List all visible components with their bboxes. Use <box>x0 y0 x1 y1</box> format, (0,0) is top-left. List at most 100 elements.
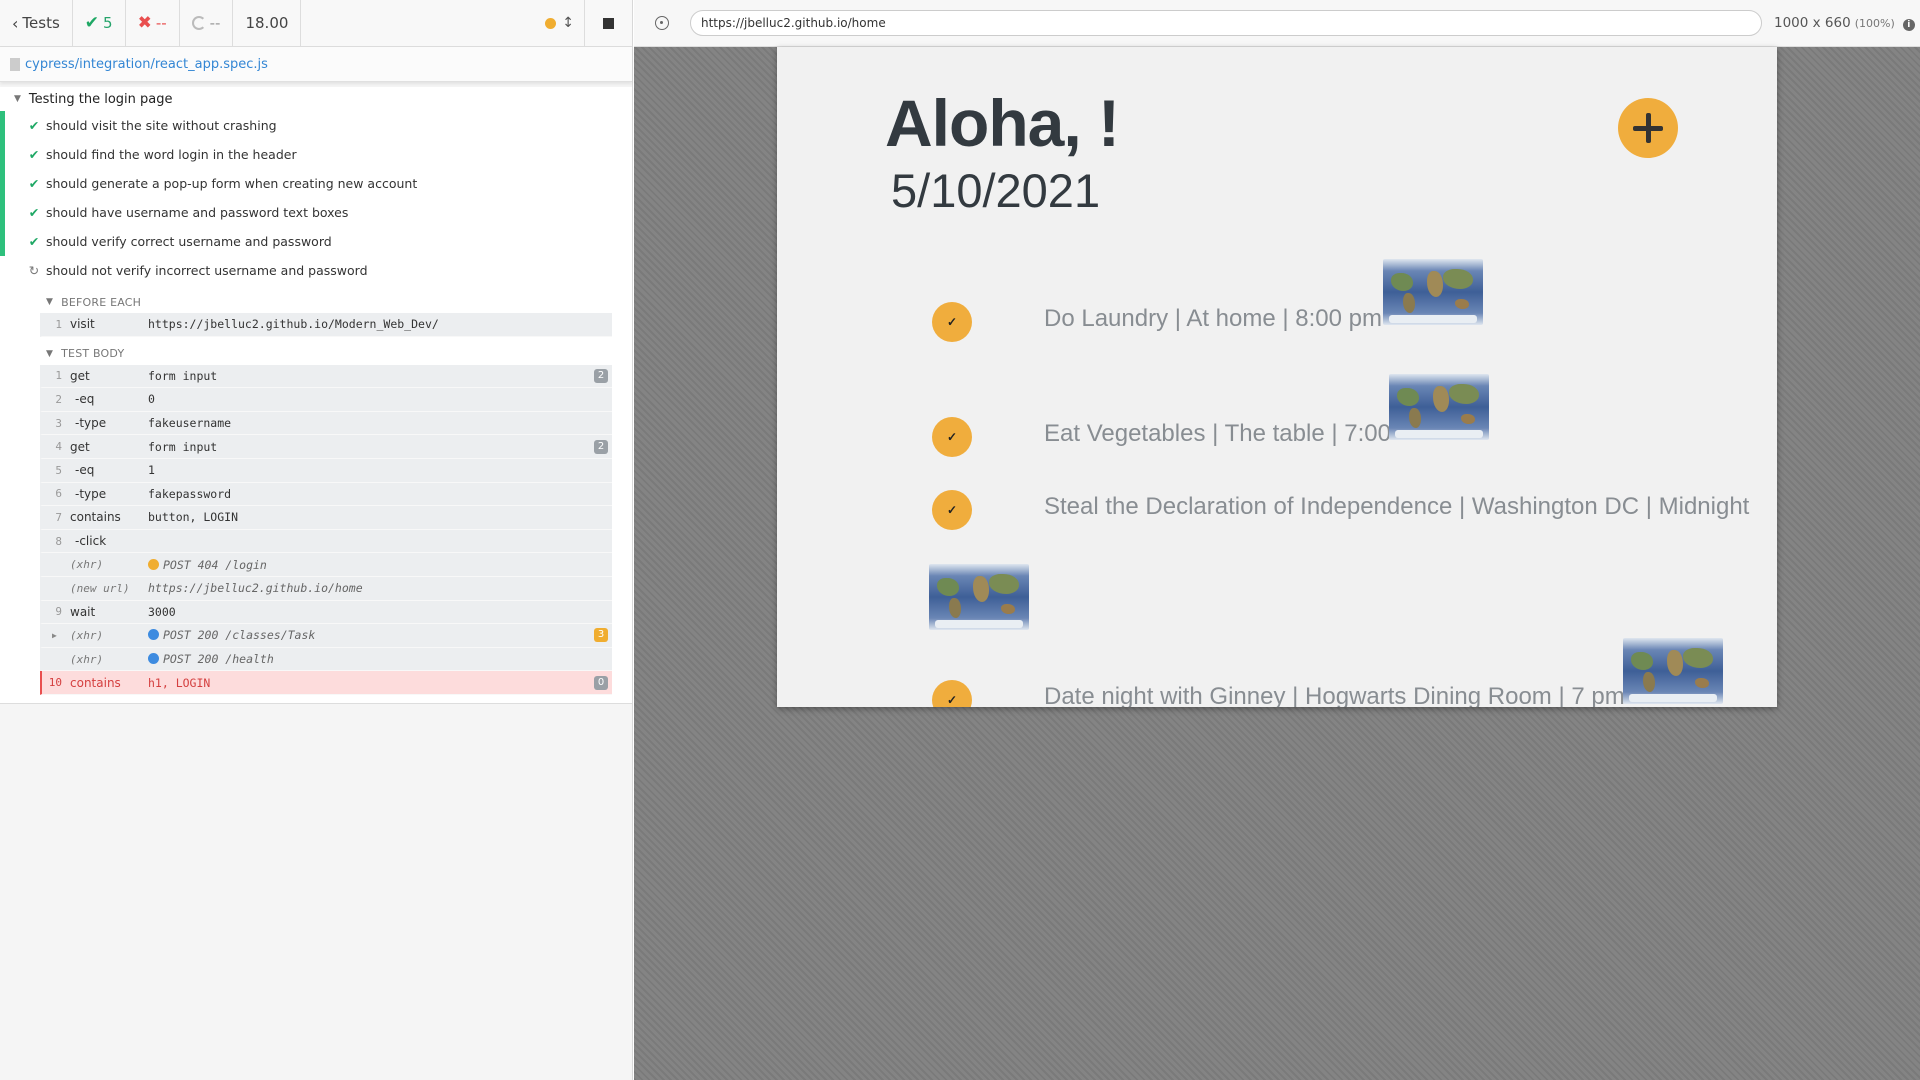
command-message-text: 3000 <box>148 604 176 619</box>
test-item[interactable]: ✔ should find the word login in the heade… <box>0 140 632 169</box>
map-land <box>1461 414 1475 424</box>
failed-count: ✖ -- <box>126 0 180 46</box>
command-row[interactable]: 6 -type fakepassword <box>40 482 612 507</box>
map-land <box>1403 293 1415 313</box>
url-bar[interactable]: https://jbelluc2.github.io/home <box>690 10 1762 36</box>
map-land <box>989 574 1019 594</box>
test-body-hook: ▼ TEST BODY 1 get form input 2 2 -eq 0 3 -type fa… <box>40 343 612 695</box>
command-row[interactable]: 5 -eq 1 <box>40 458 612 483</box>
command-event-row[interactable]: (xhr) POST 404 /login <box>40 553 612 577</box>
command-number: 9 <box>55 605 62 619</box>
test-body-title[interactable]: ▼ TEST BODY <box>40 343 612 365</box>
command-row[interactable]: 1 get form input 2 <box>40 364 612 389</box>
command-name: (xhr) <box>70 628 104 642</box>
task-complete-button[interactable]: ✓ <box>932 680 972 707</box>
command-name: -eq <box>75 463 95 478</box>
pending-circle-icon <box>191 16 206 30</box>
map-land <box>1643 672 1655 692</box>
map-land <box>1397 388 1419 406</box>
command-message-text: fakepassword <box>148 486 232 501</box>
map-land <box>937 578 959 596</box>
task-complete-button[interactable]: ✓ <box>932 417 972 457</box>
command-message-text: form input <box>148 368 218 383</box>
map-land <box>1433 386 1449 412</box>
map-land <box>1667 650 1683 676</box>
task-text: Do Laundry | At home | 8:00 pm <box>1044 305 1382 332</box>
command-row[interactable]: 2 -eq 0 <box>40 388 612 412</box>
command-message-text: POST 200 /health <box>163 652 274 667</box>
command-row[interactable]: 7 contains button, LOGIN <box>40 506 612 530</box>
check-icon: ✔ <box>28 234 40 249</box>
task-text: Date night with Ginney | Hogwarts Dining… <box>1044 683 1625 707</box>
spec-file-bar: cypress/integration/react_app.spec.js <box>0 47 632 82</box>
test-item[interactable]: ✔ should visit the site without crashing <box>0 111 632 140</box>
auto-scroll-toggle-icon[interactable]: ↕ <box>562 15 574 31</box>
command-row[interactable]: 10 contains h1, LOGIN 0 <box>40 671 612 695</box>
task-complete-button[interactable]: ✓ <box>932 302 972 342</box>
add-task-button[interactable] <box>1618 98 1678 158</box>
map-land <box>1683 648 1713 668</box>
before-each-title[interactable]: ▼ BEFORE EACH <box>40 291 612 313</box>
command-name: (xhr) <box>70 558 104 572</box>
command-message: form input <box>148 440 594 454</box>
command-name: -click <box>75 534 107 549</box>
command-number: 6 <box>55 487 62 501</box>
map-land <box>1449 384 1479 404</box>
command-row[interactable]: 9 wait 3000 <box>40 600 612 625</box>
viewport-info: 1000 x 660 (100%) i <box>1774 15 1915 31</box>
command-message-text: form input <box>148 439 218 454</box>
count-badge: 3 <box>594 628 608 643</box>
command-row[interactable]: 8 -click <box>40 529 612 554</box>
count-badge: 2 <box>594 439 608 454</box>
test-item[interactable]: ✔ should generate a pop-up form when crea… <box>0 169 632 198</box>
command-name: get <box>70 439 90 454</box>
test-item[interactable]: ✔ should verify correct username and pass… <box>0 227 632 256</box>
command-event-row[interactable]: (new url) https://jbelluc2.github.io/home <box>40 576 612 601</box>
command-message-text: 1 <box>148 463 155 478</box>
command-message: form input <box>148 369 594 383</box>
command-message-text: POST 404 /login <box>163 557 267 572</box>
command-row[interactable]: 3 -type fakeusername <box>40 411 612 436</box>
command-name: get <box>70 368 90 383</box>
caret-right-icon[interactable]: ▶ <box>52 631 57 640</box>
command-name: contains <box>70 510 121 525</box>
command-event-row[interactable]: (xhr) POST 200 /health <box>40 647 612 672</box>
command-name: -type <box>75 416 107 431</box>
command-number: 1 <box>55 317 62 331</box>
world-map-image <box>1389 374 1489 440</box>
passed-count-value: 5 <box>103 14 113 32</box>
task-complete-button[interactable]: ✓ <box>932 490 972 530</box>
command-message: fakepassword <box>148 487 612 501</box>
reporter-panel: ‹ Tests ✔ 5 ✖ -- -- 18.00 ↕ cypress/inte… <box>0 0 633 1080</box>
command-row[interactable]: 4 get form input 2 <box>40 435 612 459</box>
command-message-text: https://jbelluc2.github.io/home <box>148 581 363 596</box>
test-item[interactable]: ✔ should have username and password text … <box>0 198 632 227</box>
check-icon: ✓ <box>946 693 958 707</box>
check-icon: ✔ <box>28 205 40 220</box>
command-number: 5 <box>55 463 62 477</box>
test-title: should have username and password text b… <box>46 205 349 220</box>
check-icon: ✓ <box>946 315 958 329</box>
command-row[interactable]: 1 visit https://jbelluc2.github.io/Modern_… <box>40 313 612 337</box>
test-item[interactable]: ↻ should not verify incorrect username an… <box>0 256 632 285</box>
command-number: 8 <box>55 534 62 548</box>
world-map-image <box>1623 638 1723 704</box>
suite-title[interactable]: ▼ Testing the login page <box>0 87 632 111</box>
info-icon[interactable]: i <box>1902 19 1915 31</box>
command-event-row[interactable]: ▶ (xhr) POST 200 /classes/Task 3 <box>40 624 612 648</box>
status-dot <box>148 653 159 665</box>
stop-button[interactable] <box>585 0 632 46</box>
test-list: ✔ should visit the site without crashing ✔… <box>0 111 632 285</box>
app-under-test-panel: https://jbelluc2.github.io/home 1000 x 6… <box>634 0 1920 1080</box>
back-to-tests-button[interactable]: ‹ Tests <box>0 0 73 46</box>
spec-file-link[interactable]: cypress/integration/react_app.spec.js <box>25 57 268 72</box>
test-title: should not verify incorrect username and… <box>46 263 368 278</box>
greeting-heading: Aloha, ! <box>885 86 1120 160</box>
command-message: 3000 <box>148 605 612 619</box>
command-message: 1 <box>148 463 612 477</box>
selector-playground-button[interactable] <box>634 16 690 30</box>
command-message: https://jbelluc2.github.io/Modern_Web_De… <box>148 317 612 331</box>
map-land <box>949 598 961 618</box>
caret-down-icon: ▼ <box>14 94 21 104</box>
command-number: 10 <box>48 676 62 690</box>
